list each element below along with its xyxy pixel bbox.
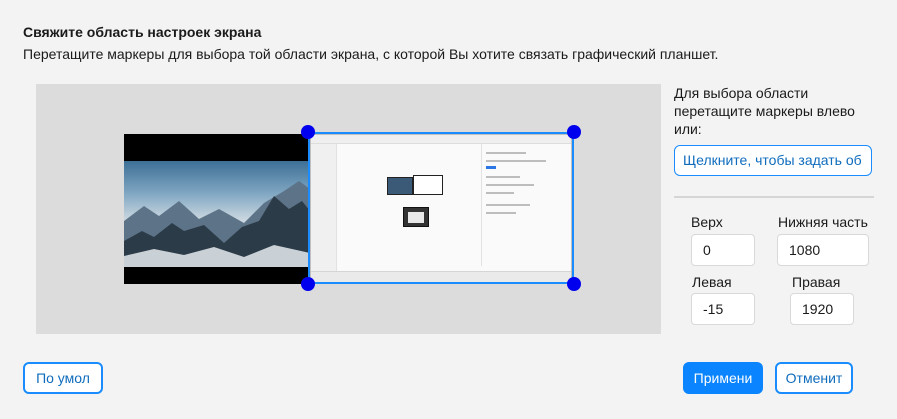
mountain-wallpaper — [124, 181, 310, 267]
top-label: Верх — [691, 214, 723, 230]
monitor-1-preview — [124, 134, 310, 284]
default-button[interactable]: По умол — [23, 362, 103, 394]
right-input[interactable]: 1920 — [790, 293, 854, 325]
selection-rectangle[interactable] — [308, 132, 574, 284]
dialog-title: Свяжите область настроек экрана — [23, 24, 262, 40]
top-left-handle[interactable] — [301, 125, 315, 139]
left-label: Левая — [692, 274, 732, 290]
cancel-button[interactable]: Отменит — [775, 362, 853, 394]
bottom-left-handle[interactable] — [301, 277, 315, 291]
apply-button[interactable]: Примени — [683, 362, 763, 394]
bottom-right-handle[interactable] — [567, 277, 581, 291]
right-label: Правая — [792, 274, 841, 290]
divider — [674, 196, 874, 198]
screen-area-preview — [36, 84, 661, 334]
top-right-handle[interactable] — [567, 125, 581, 139]
top-input[interactable]: 0 — [691, 234, 755, 266]
bottom-label: Нижняя часть — [778, 214, 868, 230]
bottom-input[interactable]: 1080 — [777, 234, 869, 266]
left-input[interactable]: -15 — [691, 293, 755, 325]
dialog-subtitle: Перетащите маркеры для выбора той област… — [23, 46, 719, 62]
set-area-button[interactable]: Щелкните, чтобы задать об — [674, 145, 872, 176]
selection-hint: Для выбора области перетащите маркеры вл… — [674, 85, 855, 137]
